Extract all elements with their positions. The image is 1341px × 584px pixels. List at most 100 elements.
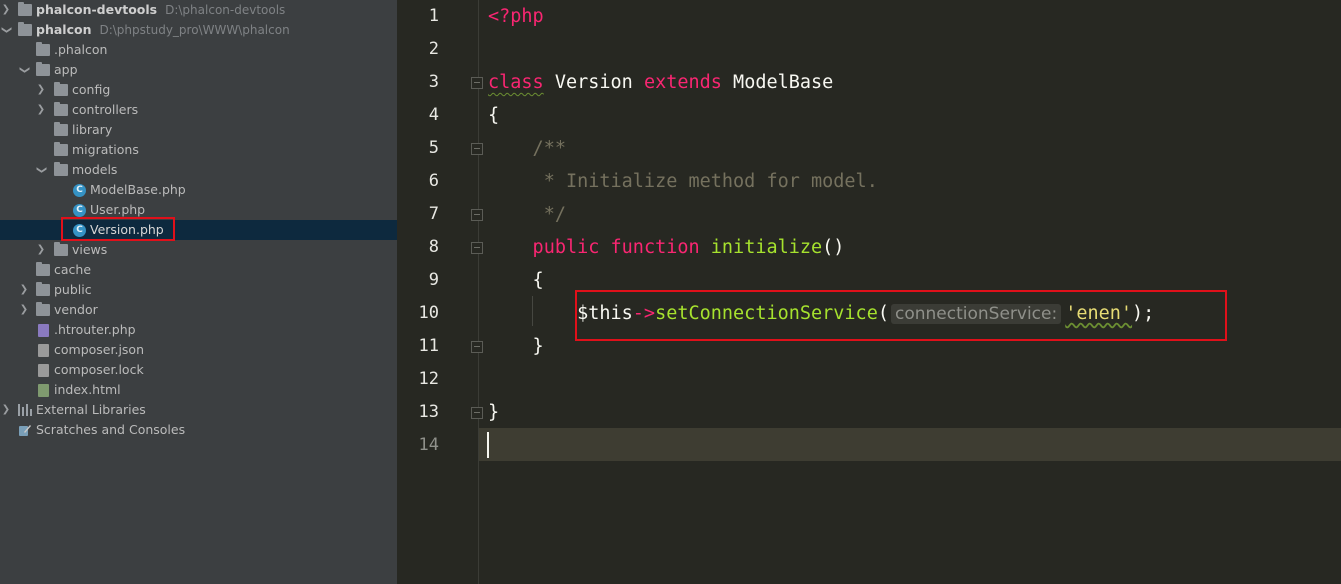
php-file-icon bbox=[38, 324, 49, 337]
folder-icon bbox=[36, 42, 50, 56]
code-line-8: public function initialize() bbox=[488, 231, 845, 264]
folder-icon bbox=[54, 162, 68, 176]
chevron-right-icon[interactable]: ❯ bbox=[1, 400, 11, 420]
code-line-7: */ bbox=[488, 204, 566, 225]
fold-marker-icon[interactable] bbox=[471, 77, 483, 89]
line-number: 3 bbox=[428, 72, 439, 92]
code-line-13: } bbox=[488, 402, 500, 423]
tree-item-label: app bbox=[54, 62, 78, 77]
tree-item-version-php[interactable]: C Version.php bbox=[0, 220, 397, 240]
tree-item-htrouter-php[interactable]: .htrouter.php bbox=[0, 320, 397, 340]
code-line-3: class Version extends ModelBase bbox=[488, 66, 833, 99]
fold-marker-icon[interactable] bbox=[471, 341, 483, 353]
method-parens: () bbox=[822, 237, 845, 258]
folder-icon bbox=[36, 282, 50, 296]
folder-icon bbox=[54, 82, 68, 96]
chevron-right-icon[interactable]: ❯ bbox=[36, 100, 46, 120]
tree-item-modelbase-php[interactable]: C ModelBase.php bbox=[0, 180, 397, 200]
folder-icon bbox=[36, 62, 50, 76]
tree-item-views[interactable]: ❯ views bbox=[0, 240, 397, 260]
folder-icon bbox=[54, 102, 68, 116]
line-number-gutter: 1 2 3 4 5 6 7 8 9 10 11 12 13 14 bbox=[397, 0, 479, 584]
project-name: phalcon bbox=[36, 22, 92, 37]
folder-icon bbox=[18, 22, 32, 36]
chevron-down-icon[interactable]: ❯ bbox=[14, 65, 34, 75]
project-path: D:\phpstudy_pro\WWW\phalcon bbox=[99, 23, 290, 37]
tree-item-label: .htrouter.php bbox=[54, 322, 136, 337]
fold-marker-icon[interactable] bbox=[471, 242, 483, 254]
folder-icon bbox=[36, 302, 50, 316]
chevron-right-icon[interactable]: ❯ bbox=[19, 280, 29, 300]
scratches-icon bbox=[18, 423, 32, 437]
tree-item-library[interactable]: library bbox=[0, 120, 397, 140]
code-line-11: } bbox=[488, 336, 544, 357]
tree-root-phalcon[interactable]: ❯ phalcon D:\phpstudy_pro\WWW\phalcon bbox=[0, 20, 397, 40]
folder-icon bbox=[54, 242, 68, 256]
tree-item-label: index.html bbox=[54, 382, 121, 397]
keyword-function: function bbox=[599, 237, 700, 258]
line-number: 13 bbox=[418, 402, 439, 422]
tree-item-label: controllers bbox=[72, 102, 139, 117]
line-number: 5 bbox=[428, 138, 439, 158]
current-line-highlight bbox=[397, 428, 1341, 461]
tree-item-app[interactable]: ❯ app bbox=[0, 60, 397, 80]
line-number: 12 bbox=[418, 369, 439, 389]
class-name: Version bbox=[543, 72, 644, 93]
chevron-down-icon[interactable]: ❯ bbox=[31, 165, 51, 175]
tree-item-user-php[interactable]: C User.php bbox=[0, 200, 397, 220]
tree-item-label: cache bbox=[54, 262, 92, 277]
tree-item-label: composer.json bbox=[54, 342, 145, 357]
tree-item-controllers[interactable]: ❯ controllers bbox=[0, 100, 397, 120]
tree-item-label: models bbox=[72, 162, 118, 177]
fold-marker-icon[interactable] bbox=[471, 407, 483, 419]
php-class-icon: C bbox=[73, 184, 86, 197]
code-line-9: { bbox=[488, 270, 544, 291]
line-number: 6 bbox=[428, 171, 439, 191]
code-editor[interactable]: 1 2 3 4 5 6 7 8 9 10 11 12 13 14 <?php c… bbox=[397, 0, 1341, 584]
method-name: initialize bbox=[699, 237, 823, 258]
tree-item-scratches-consoles[interactable]: Scratches and Consoles bbox=[0, 420, 397, 440]
tree-item-label: vendor bbox=[54, 302, 98, 317]
code-line-6: * Initialize method for model. bbox=[488, 171, 878, 192]
lock-file-icon bbox=[38, 364, 49, 377]
chevron-right-icon[interactable]: ❯ bbox=[1, 0, 11, 20]
php-open-tag: <?php bbox=[488, 6, 544, 27]
tree-item-cache[interactable]: cache bbox=[0, 260, 397, 280]
tree-item-label: library bbox=[72, 122, 113, 137]
tree-item-label: .phalcon bbox=[54, 42, 108, 57]
code-line-1: <?php bbox=[488, 0, 544, 33]
highlight-box-version-file bbox=[61, 217, 175, 241]
line-number: 8 bbox=[428, 237, 439, 257]
fold-marker-icon[interactable] bbox=[471, 143, 483, 155]
folder-icon bbox=[54, 122, 68, 136]
folder-icon bbox=[36, 262, 50, 276]
chevron-down-icon[interactable]: ❯ bbox=[0, 25, 16, 35]
line-number: 10 bbox=[418, 303, 439, 323]
chevron-right-icon[interactable]: ❯ bbox=[36, 80, 46, 100]
line-number: 11 bbox=[418, 336, 439, 356]
tree-item-external-libraries[interactable]: ❯ External Libraries bbox=[0, 400, 397, 420]
tree-root-phalcon-devtools[interactable]: ❯ phalcon-devtools D:\phalcon-devtools bbox=[0, 0, 397, 20]
tree-item-label: migrations bbox=[72, 142, 139, 157]
fold-marker-icon[interactable] bbox=[471, 209, 483, 221]
tree-item-label: composer.lock bbox=[54, 362, 144, 377]
tree-item-config[interactable]: ❯ config bbox=[0, 80, 397, 100]
tree-item-index-html[interactable]: index.html bbox=[0, 380, 397, 400]
tree-item-migrations[interactable]: migrations bbox=[0, 140, 397, 160]
project-path: D:\phalcon-devtools bbox=[165, 3, 286, 17]
tree-item-composer-json[interactable]: composer.json bbox=[0, 340, 397, 360]
tree-item-public[interactable]: ❯ public bbox=[0, 280, 397, 300]
line-number: 14 bbox=[418, 435, 439, 455]
chevron-right-icon[interactable]: ❯ bbox=[36, 240, 46, 260]
keyword-class: class bbox=[488, 72, 544, 93]
highlight-box-code-line bbox=[575, 290, 1227, 341]
folder-icon bbox=[54, 142, 68, 156]
tree-item-models[interactable]: ❯ models bbox=[0, 160, 397, 180]
tree-item-vendor[interactable]: ❯ vendor bbox=[0, 300, 397, 320]
tree-item-composer-lock[interactable]: composer.lock bbox=[0, 360, 397, 380]
chevron-right-icon[interactable]: ❯ bbox=[19, 300, 29, 320]
line-number: 9 bbox=[428, 270, 439, 290]
tree-item-dot-phalcon[interactable]: .phalcon bbox=[0, 40, 397, 60]
keyword-public: public bbox=[488, 237, 600, 258]
line-number: 4 bbox=[428, 105, 439, 125]
